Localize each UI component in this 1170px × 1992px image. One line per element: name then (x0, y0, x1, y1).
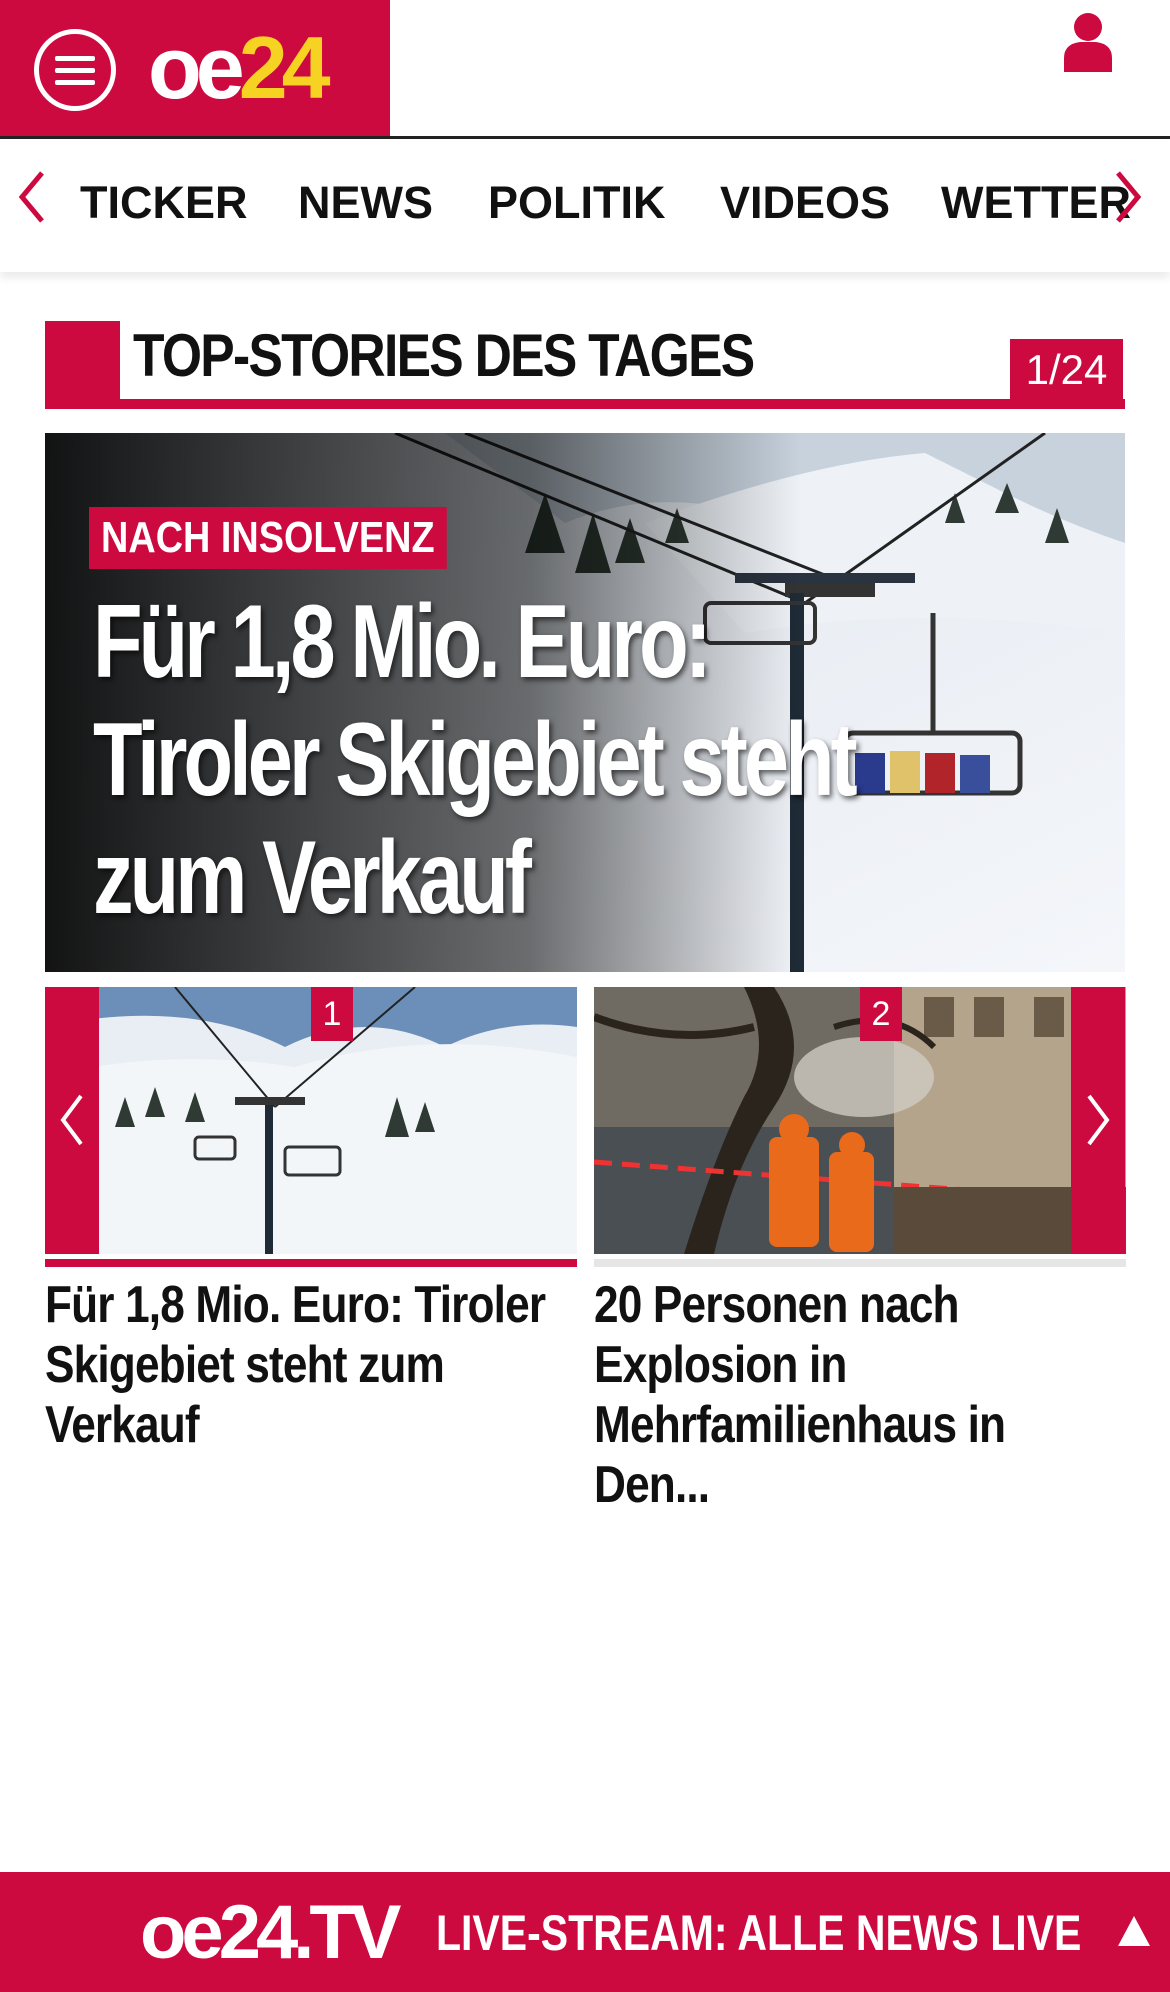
logo-oe-text: oe (148, 18, 245, 117)
hero-story[interactable]: NACH INSOLVENZ Für 1,8 Mio. Euro: Tirole… (45, 433, 1125, 972)
nav-item-videos[interactable]: VIDEOS (720, 177, 890, 229)
section-accent-square (45, 321, 120, 409)
story-card-title[interactable]: 20 Personen nach Explosion in Mehrfamili… (594, 1275, 1121, 1515)
section-underline (120, 399, 1125, 409)
site-header: oe24 (0, 0, 1170, 139)
slider-prev-button[interactable] (45, 987, 99, 1254)
section-title: TOP-STORIES DES TAGES (133, 322, 755, 389)
nav-item-ticker[interactable]: TICKER (80, 177, 248, 229)
chevron-left-icon[interactable] (14, 167, 50, 227)
live-stream-text: LIVE-STREAM: ALLE NEWS LIVE (436, 1905, 1082, 1961)
live-stream-bar[interactable]: oe24.TV LIVE-STREAM: ALLE NEWS LIVE (0, 1872, 1170, 1992)
slider-next-button[interactable] (1071, 987, 1125, 1254)
story-card-title[interactable]: Für 1,8 Mio. Euro: Tiroler Skigebiet ste… (45, 1275, 572, 1455)
chevron-right-icon (1087, 1094, 1110, 1146)
story-index-badge: 2 (860, 987, 902, 1041)
nav-item-news[interactable]: NEWS (298, 177, 433, 229)
nav-item-wetter[interactable]: WETTER (941, 177, 1131, 229)
active-indicator-bar (45, 1259, 577, 1267)
brand-block: oe24 (0, 0, 390, 136)
hero-kicker: NACH INSOLVENZ (89, 507, 447, 569)
hero-headline[interactable]: Für 1,8 Mio. Euro: Tiroler Skigebiet ste… (93, 583, 873, 937)
logo-24-text: 24 (238, 18, 331, 117)
hamburger-menu-icon[interactable] (34, 29, 116, 111)
site-logo[interactable]: oe24 (148, 18, 331, 118)
chevron-left-icon (60, 1094, 83, 1146)
chevron-right-icon[interactable] (1110, 167, 1146, 227)
user-icon[interactable] (1062, 12, 1114, 72)
category-nav: TICKER NEWS POLITIK VIDEOS WETTER (0, 139, 1170, 272)
story-counter: 1/24 (1008, 337, 1125, 399)
section-header: TOP-STORIES DES TAGES 1/24 (45, 321, 1125, 409)
story-index-badge: 1 (311, 987, 353, 1041)
oe24tv-logo: oe24.TV (140, 1890, 401, 1975)
arrow-up-icon[interactable] (1116, 1914, 1152, 1948)
nav-item-politik[interactable]: POLITIK (488, 177, 666, 229)
inactive-indicator-bar (594, 1259, 1126, 1267)
